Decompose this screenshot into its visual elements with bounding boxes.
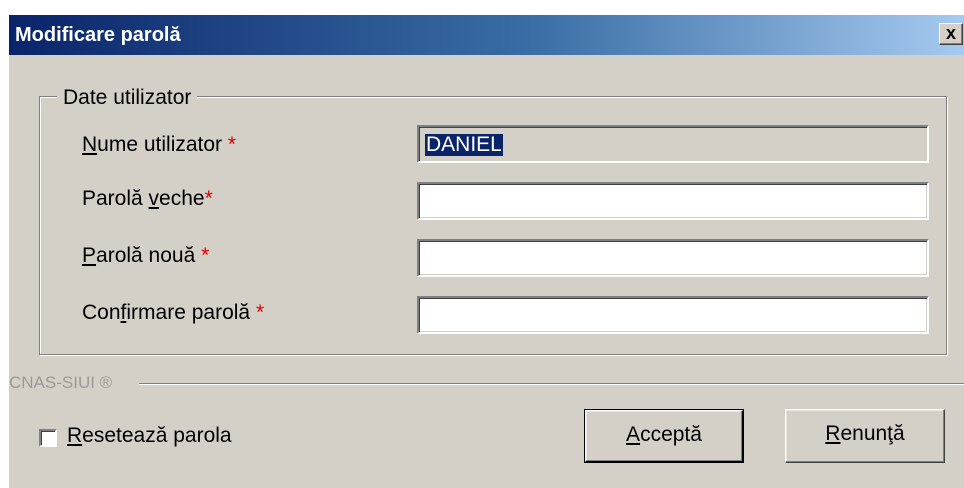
username-field[interactable]: DANIEL bbox=[417, 125, 929, 163]
brand-label: CNAS-SIUI ® bbox=[9, 373, 119, 393]
old-password-label: Parolă veche* bbox=[82, 187, 213, 210]
username-label: Nume utilizator * bbox=[82, 133, 237, 156]
old-password-field[interactable] bbox=[417, 182, 929, 220]
new-password-label: Parolă nouă * bbox=[82, 244, 210, 267]
confirm-password-label: Confirmare parolă * bbox=[82, 301, 265, 324]
close-icon: x bbox=[945, 23, 956, 43]
required-marker: * bbox=[201, 244, 210, 267]
reset-password-label[interactable]: Resetează parola bbox=[67, 424, 232, 448]
window-title: Modificare parolă bbox=[15, 24, 181, 46]
username-value: DANIEL bbox=[425, 133, 503, 156]
required-marker: * bbox=[227, 133, 237, 156]
cancel-button[interactable]: Renunţă bbox=[785, 409, 945, 463]
groupbox-title: Date utilizator bbox=[57, 86, 198, 110]
required-marker: * bbox=[255, 301, 265, 324]
footer-divider bbox=[139, 383, 964, 385]
accept-button[interactable]: Acceptă bbox=[584, 409, 744, 463]
title-bar: Modificare parolă x bbox=[9, 15, 964, 55]
confirm-password-field[interactable] bbox=[417, 296, 929, 334]
required-marker: * bbox=[204, 187, 213, 210]
change-password-dialog: Modificare parolă x Date utilizator Nume… bbox=[8, 14, 964, 488]
close-button[interactable]: x bbox=[939, 23, 963, 45]
new-password-field[interactable] bbox=[417, 239, 929, 277]
reset-password-checkbox[interactable] bbox=[39, 429, 57, 447]
